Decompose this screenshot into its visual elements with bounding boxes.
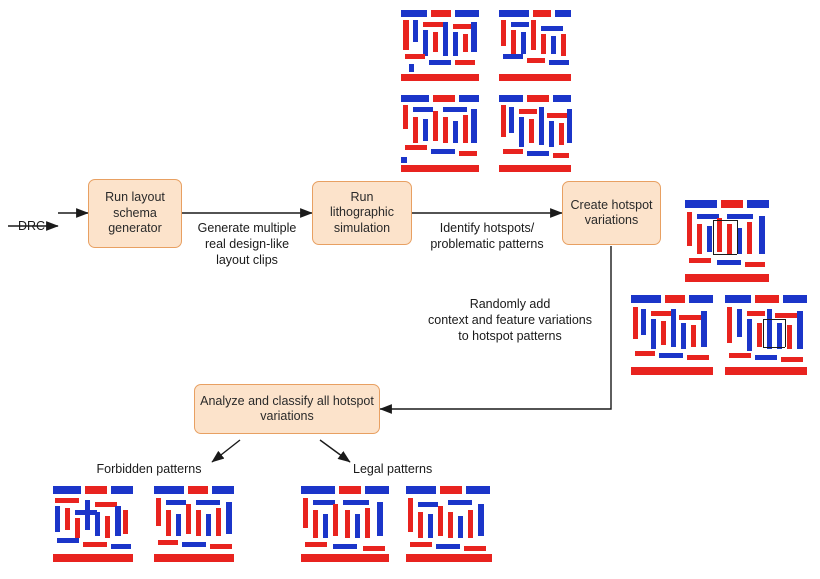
- edge-label-legal-patterns: Legal patterns: [353, 462, 433, 476]
- layout-clip-thumbnail: [51, 484, 137, 568]
- layout-clip-thumbnail: [299, 484, 395, 568]
- layout-clip-thumbnail: [404, 484, 496, 568]
- node-drc-label: DRC: [18, 219, 46, 233]
- edge-label-identify-hotspots: Identify hotspots/ problematic patterns: [430, 221, 544, 251]
- layout-clip-thumbnail: [399, 8, 483, 82]
- layout-clip-thumbnail: [497, 8, 575, 82]
- layout-clip-thumbnail: [399, 93, 483, 173]
- edge-label-generate-multiple: Generate multiple real design-like layou…: [197, 221, 297, 267]
- diagram-canvas: DRC Run layout schema generator Run lith…: [0, 0, 820, 579]
- layout-clip-thumbnail: [629, 293, 717, 381]
- node-run-lithographic-simulation[interactable]: Run lithographic simulation: [312, 181, 412, 245]
- edge-label-randomly-add: Randomly add context and feature variati…: [428, 297, 592, 343]
- layout-clip-thumbnail: [723, 293, 811, 381]
- node-create-hotspot-variations[interactable]: Create hotspot variations: [562, 181, 661, 245]
- layout-clip-thumbnail: [152, 484, 238, 568]
- node-run-layout-schema-generator[interactable]: Run layout schema generator: [88, 179, 182, 248]
- edge-label-forbidden-patterns: Forbidden patterns: [96, 462, 202, 476]
- layout-clip-thumbnail: [683, 198, 773, 288]
- node-label: Run lithographic simulation: [330, 189, 394, 235]
- node-label: Analyze and classify all hotspot variati…: [200, 393, 374, 424]
- node-label: Create hotspot variations: [570, 197, 653, 228]
- layout-clip-thumbnail: [497, 93, 575, 173]
- node-analyze-classify-hotspot-variations[interactable]: Analyze and classify all hotspot variati…: [194, 384, 380, 434]
- node-label: Run layout schema generator: [105, 190, 165, 236]
